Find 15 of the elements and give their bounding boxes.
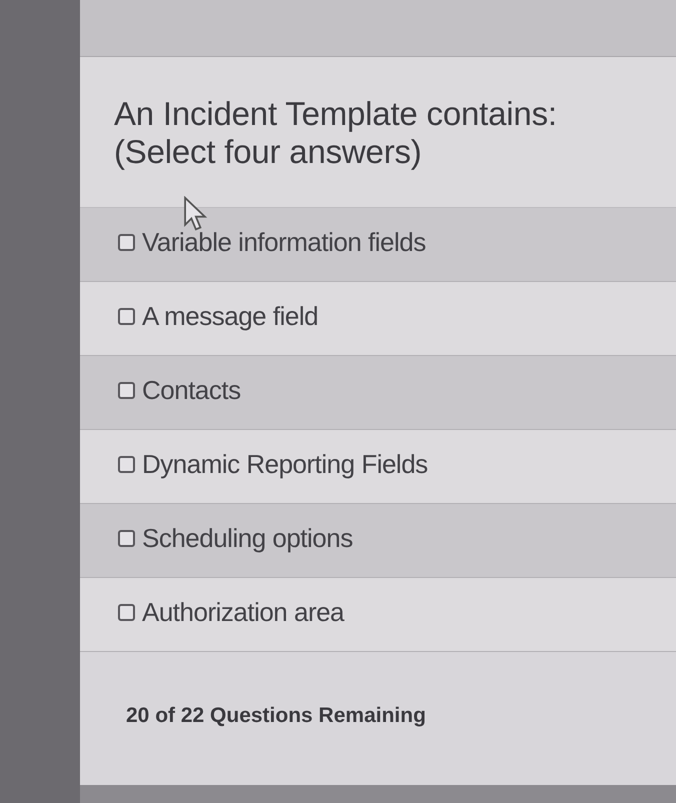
checkbox[interactable]	[118, 530, 135, 547]
answer-option[interactable]: Variable information fields	[80, 208, 676, 282]
answer-option[interactable]: Scheduling options	[80, 504, 676, 578]
question-instruction: (Select four answers)	[114, 133, 423, 171]
answer-option[interactable]: A message field	[80, 282, 676, 356]
answer-option[interactable]: Contacts	[80, 356, 676, 430]
questions-remaining-text: 20 of 22 Questions Remaining	[126, 704, 426, 728]
checkbox[interactable]	[118, 308, 135, 325]
question-text: An Incident Template contains:	[114, 95, 558, 133]
answer-option[interactable]: Dynamic Reporting Fields	[80, 430, 676, 504]
answer-option[interactable]: Authorization area	[80, 578, 676, 652]
checkbox[interactable]	[118, 234, 135, 251]
checkbox[interactable]	[118, 382, 135, 399]
checkbox[interactable]	[118, 604, 135, 621]
checkbox[interactable]	[118, 456, 135, 473]
